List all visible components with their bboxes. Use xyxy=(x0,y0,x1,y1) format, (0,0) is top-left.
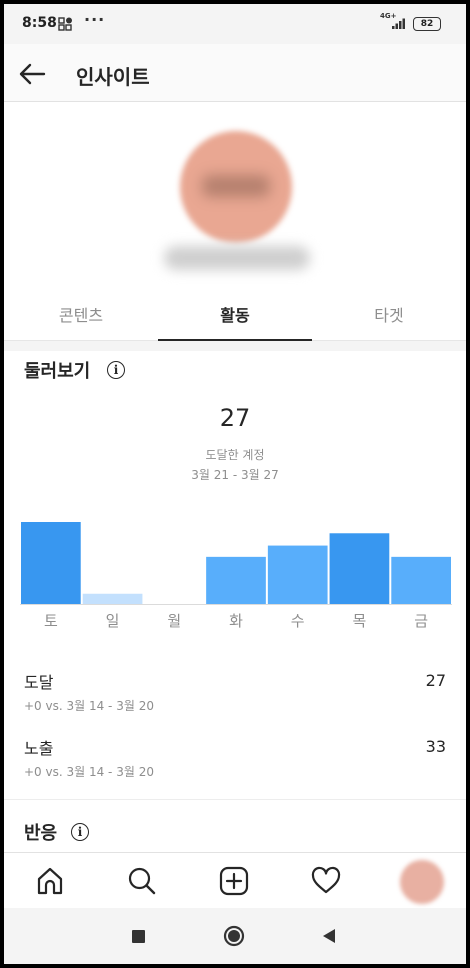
interactions-title: 반응 xyxy=(24,823,58,844)
chart-day-label: 금 xyxy=(414,612,428,630)
accounts-reached-count: 27 xyxy=(219,404,251,432)
tab-audience[interactable]: 타겟 xyxy=(312,293,466,340)
profile-name-blurred xyxy=(164,246,310,270)
battery-icon: 82 xyxy=(413,17,441,31)
add-post-icon[interactable] xyxy=(218,865,250,897)
interactions-info-icon[interactable]: i xyxy=(71,823,89,841)
bottom-navigation xyxy=(4,852,466,908)
section-divider xyxy=(4,799,466,800)
avatar-text-blurred xyxy=(202,175,270,197)
metric-reach-value: 27 xyxy=(425,671,446,690)
metric-impressions-value: 33 xyxy=(425,737,446,756)
home-circle-icon[interactable] xyxy=(222,925,246,947)
battery-level: 82 xyxy=(420,19,434,29)
metric-reach-label: 도달 xyxy=(24,673,54,692)
home-icon[interactable] xyxy=(34,865,66,897)
heart-icon[interactable] xyxy=(310,865,342,897)
chart-day-label: 일 xyxy=(106,612,120,630)
page-title: 인사이트 xyxy=(76,65,150,89)
metric-impressions-comparison: +0 vs. 3월 14 - 3월 20 xyxy=(24,765,154,779)
profile-tab-avatar[interactable] xyxy=(400,860,444,904)
overview-date-range: 3월 21 - 3월 27 xyxy=(191,468,279,482)
profile-header xyxy=(4,103,466,293)
notification-icons xyxy=(58,17,72,31)
tab-content[interactable]: 콘텐츠 xyxy=(4,293,158,340)
chart-day-label: 월 xyxy=(167,612,181,630)
tab-activity[interactable]: 활동 xyxy=(158,293,312,341)
accounts-reached-label: 도달한 계정 xyxy=(205,448,265,462)
metric-reach-comparison: +0 vs. 3월 14 - 3월 20 xyxy=(24,699,154,713)
overview-info-icon[interactable]: i xyxy=(107,361,125,379)
chart-day-label: 토 xyxy=(44,612,58,630)
overview-title: 둘러보기 xyxy=(24,361,91,382)
chart-bar-토 xyxy=(21,522,81,604)
status-time: 8:58 xyxy=(22,15,57,31)
more-notifications-icon: ··· xyxy=(84,10,106,29)
screen: 8:58 ··· 4G+ 82 인사이트 콘텐츠 활동 타겟 둘러보기 i 27… xyxy=(4,4,466,964)
search-icon[interactable] xyxy=(126,865,158,897)
chart-bar-화 xyxy=(206,556,266,604)
chart-bar-일 xyxy=(82,593,143,604)
back-arrow-icon[interactable] xyxy=(16,58,48,90)
app-header: 인사이트 xyxy=(4,44,466,102)
insights-tabs: 콘텐츠 활동 타겟 xyxy=(4,293,466,341)
metric-impressions-label: 노출 xyxy=(24,739,54,758)
chart-day-label: 목 xyxy=(353,612,367,630)
signal-icon xyxy=(392,18,405,29)
status-bar: 8:58 ··· 4G+ 82 xyxy=(4,4,466,44)
chart-bar-수 xyxy=(267,545,328,604)
recent-apps-square-icon[interactable] xyxy=(130,925,148,947)
profile-avatar-blurred xyxy=(180,131,292,243)
reach-bar-chart: 토일월화수목금 xyxy=(20,522,452,630)
section-separator xyxy=(4,341,466,351)
system-navigation-bar xyxy=(4,908,466,964)
chart-day-label: 화 xyxy=(229,612,243,630)
back-triangle-icon[interactable] xyxy=(320,925,338,947)
chart-bar-목 xyxy=(329,533,390,604)
chart-day-label: 수 xyxy=(291,612,305,630)
chart-bar-금 xyxy=(391,556,451,604)
